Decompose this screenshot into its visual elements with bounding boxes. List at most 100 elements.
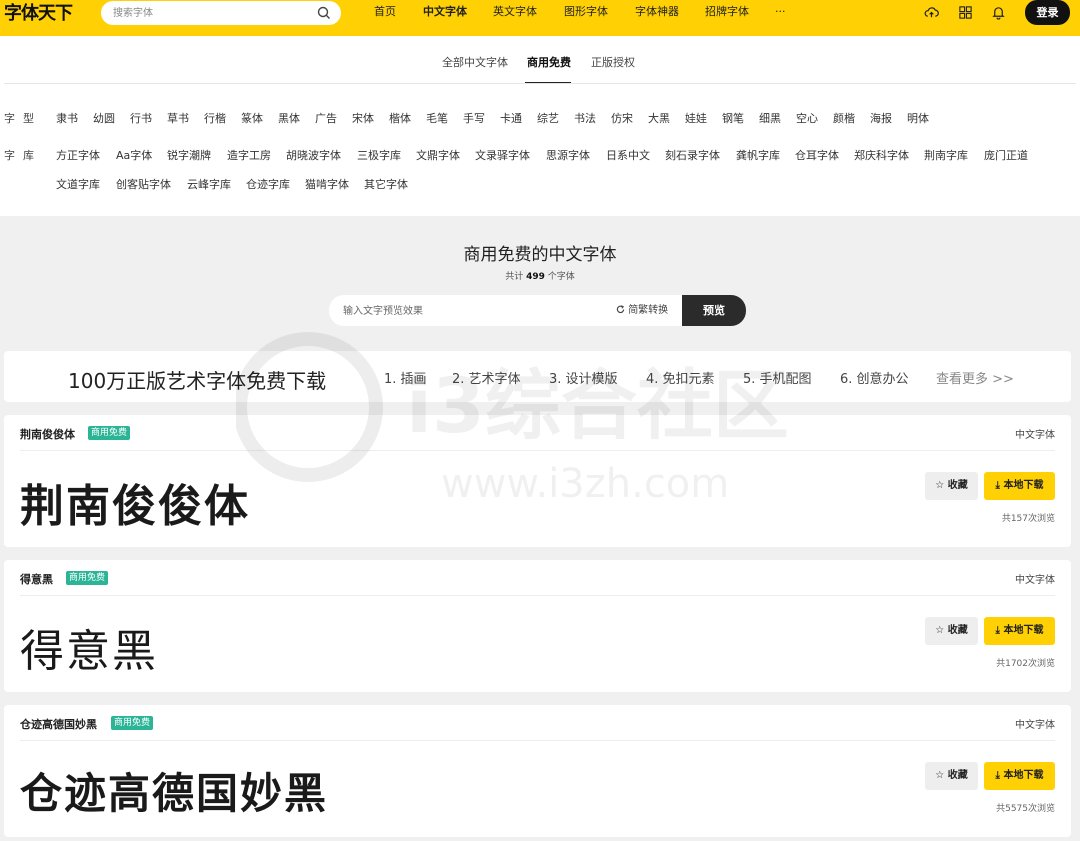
filter-type-9[interactable]: 楷体 [389, 110, 411, 126]
filter-library-12[interactable]: 仓耳字体 [795, 147, 839, 163]
font-category[interactable]: 中文字体 [1015, 426, 1055, 441]
font-card: 仓迹高德国妙黑 商用免费 中文字体 仓迹高德国妙黑 ☆ 收藏 ⤓ 本地下载 共5… [4, 705, 1071, 837]
banner-link-phone-images[interactable]: 5. 手机配图 [743, 368, 812, 387]
nav-english-fonts[interactable]: 英文字体 [493, 0, 537, 24]
divider [4, 83, 1076, 84]
font-sample-preview[interactable]: 仓迹高德国妙黑 [20, 760, 328, 821]
favorite-label: 收藏 [947, 625, 968, 636]
filter-type-6[interactable]: 黑体 [278, 110, 300, 126]
font-card: 得意黑 商用免费 中文字体 得意黑 ☆ 收藏 ⤓ 本地下载 共1702次浏览 [4, 560, 1071, 692]
filter-type-12[interactable]: 卡通 [500, 110, 522, 126]
filter-type-3[interactable]: 草书 [167, 110, 189, 126]
filter-library-8[interactable]: 思源字体 [546, 147, 590, 163]
filter-library-13[interactable]: 郑庆科字体 [854, 147, 909, 163]
nav-sign-fonts[interactable]: 招牌字体 [705, 0, 749, 24]
font-name[interactable]: 荆南俊俊体 [20, 426, 75, 442]
card-divider [20, 595, 1055, 596]
download-icon: ⤓ [995, 625, 1000, 636]
filter-library-21[interactable]: 其它字体 [364, 176, 408, 192]
font-category[interactable]: 中文字体 [1015, 571, 1055, 586]
filter-type-19[interactable]: 细黑 [759, 110, 781, 126]
download-label: 本地下载 [1003, 770, 1044, 781]
filter-type-16[interactable]: 大黑 [648, 110, 670, 126]
filter-type-13[interactable]: 综艺 [537, 110, 559, 126]
filter-type-0[interactable]: 隶书 [56, 110, 78, 126]
filter-library-16[interactable]: 文道字库 [56, 176, 100, 192]
banner-link-cutout-elements[interactable]: 4. 免扣元素 [646, 368, 715, 387]
filter-library-17[interactable]: 创客贴字体 [116, 176, 171, 192]
filter-type-11[interactable]: 手写 [463, 110, 485, 126]
favorite-button[interactable]: ☆ 收藏 [925, 762, 978, 790]
filter-library-3[interactable]: 造字工房 [227, 147, 271, 163]
filter-library-7[interactable]: 文录驿字体 [475, 147, 530, 163]
filter-library-14[interactable]: 荆南字库 [924, 147, 968, 163]
filter-type-20[interactable]: 空心 [796, 110, 818, 126]
filter-type-21[interactable]: 颜楷 [833, 110, 855, 126]
simplified-traditional-toggle[interactable]: 简繁转换 [616, 295, 668, 326]
filter-library-18[interactable]: 云峰字库 [187, 176, 231, 192]
preview-button[interactable]: 预览 [682, 295, 746, 326]
login-button[interactable]: 登录 [1025, 0, 1070, 25]
nav-chinese-fonts[interactable]: 中文字体 [423, 0, 467, 24]
banner-title[interactable]: 100万正版艺术字体免费下载 [68, 365, 326, 394]
banner-link-illustration[interactable]: 1. 插画 [384, 368, 427, 387]
filter-library-19[interactable]: 仓迹字库 [246, 176, 290, 192]
filter-library-5[interactable]: 三极字库 [357, 147, 401, 163]
refresh-icon [616, 305, 625, 314]
tab-all-chinese[interactable]: 全部中文字体 [442, 54, 508, 70]
filter-library-1[interactable]: Aa字体 [116, 147, 152, 163]
filter-type-10[interactable]: 毛笔 [426, 110, 448, 126]
filter-type-14[interactable]: 书法 [574, 110, 596, 126]
count-prefix: 共计 [505, 272, 524, 282]
filter-type-5[interactable]: 篆体 [241, 110, 263, 126]
banner-link-creative-office[interactable]: 6. 创意办公 [840, 368, 909, 387]
font-sample-preview[interactable]: 得意黑 [20, 615, 158, 679]
filter-type-4[interactable]: 行楷 [204, 110, 226, 126]
download-button[interactable]: ⤓ 本地下载 [984, 617, 1055, 645]
filter-library-11[interactable]: 龚帆字库 [736, 147, 780, 163]
favorite-button[interactable]: ☆ 收藏 [925, 617, 978, 645]
filter-library-20[interactable]: 猫啃字体 [305, 176, 349, 192]
promo-banner: 100万正版艺术字体免费下载 1. 插画 2. 艺术字体 3. 设计模版 4. … [4, 351, 1071, 402]
filter-type-23[interactable]: 明体 [907, 110, 929, 126]
font-category[interactable]: 中文字体 [1015, 716, 1055, 731]
notification-bell-icon[interactable] [991, 5, 1006, 20]
upload-cloud-icon[interactable] [924, 5, 939, 20]
filter-type-7[interactable]: 广告 [315, 110, 337, 126]
filter-library-2[interactable]: 锐字潮牌 [167, 147, 211, 163]
font-name[interactable]: 得意黑 [20, 571, 53, 587]
grid-apps-icon[interactable] [958, 5, 973, 20]
filter-type-2[interactable]: 行书 [130, 110, 152, 126]
banner-link-design-templates[interactable]: 3. 设计模版 [549, 368, 618, 387]
filter-type-8[interactable]: 宋体 [352, 110, 374, 126]
filter-library-9[interactable]: 日系中文 [606, 147, 650, 163]
filter-type-17[interactable]: 娃娃 [685, 110, 707, 126]
search-input[interactable] [113, 4, 303, 22]
nav-home[interactable]: 首页 [374, 0, 396, 24]
filter-library-15[interactable]: 庞门正道 [984, 147, 1028, 163]
filter-type-15[interactable]: 仿宋 [611, 110, 633, 126]
filter-library-4[interactable]: 胡晓波字体 [286, 147, 341, 163]
nav-font-tools[interactable]: 字体神器 [635, 0, 679, 24]
preview-text-input[interactable] [343, 302, 593, 320]
top-bar: 字体天下 首页 中文字体 英文字体 图形字体 字体神器 招牌字体 ··· 登录 [0, 0, 1080, 36]
banner-more-link[interactable]: 查看更多 >> [936, 368, 1014, 387]
favorite-button[interactable]: ☆ 收藏 [925, 472, 978, 500]
tab-licensed[interactable]: 正版授权 [591, 54, 635, 70]
search-icon[interactable] [317, 6, 331, 20]
filter-type-1[interactable]: 幼圆 [93, 110, 115, 126]
font-sample-preview[interactable]: 荆南俊俊体 [20, 470, 250, 534]
download-button[interactable]: ⤓ 本地下载 [984, 472, 1055, 500]
filter-type-22[interactable]: 海报 [870, 110, 892, 126]
banner-link-art-fonts[interactable]: 2. 艺术字体 [452, 368, 521, 387]
filter-library-10[interactable]: 刻石录字体 [665, 147, 720, 163]
nav-graphic-fonts[interactable]: 图形字体 [564, 0, 608, 24]
site-logo[interactable]: 字体天下 [4, 2, 73, 26]
filter-type-18[interactable]: 钢笔 [722, 110, 744, 126]
filter-library-6[interactable]: 文鼎字体 [416, 147, 460, 163]
filter-library-0[interactable]: 方正字体 [56, 147, 100, 163]
nav-more[interactable]: ··· [775, 0, 786, 24]
font-name[interactable]: 仓迹高德国妙黑 [20, 716, 97, 732]
tab-commercial-free[interactable]: 商用免费 [527, 54, 571, 70]
download-button[interactable]: ⤓ 本地下载 [984, 762, 1055, 790]
